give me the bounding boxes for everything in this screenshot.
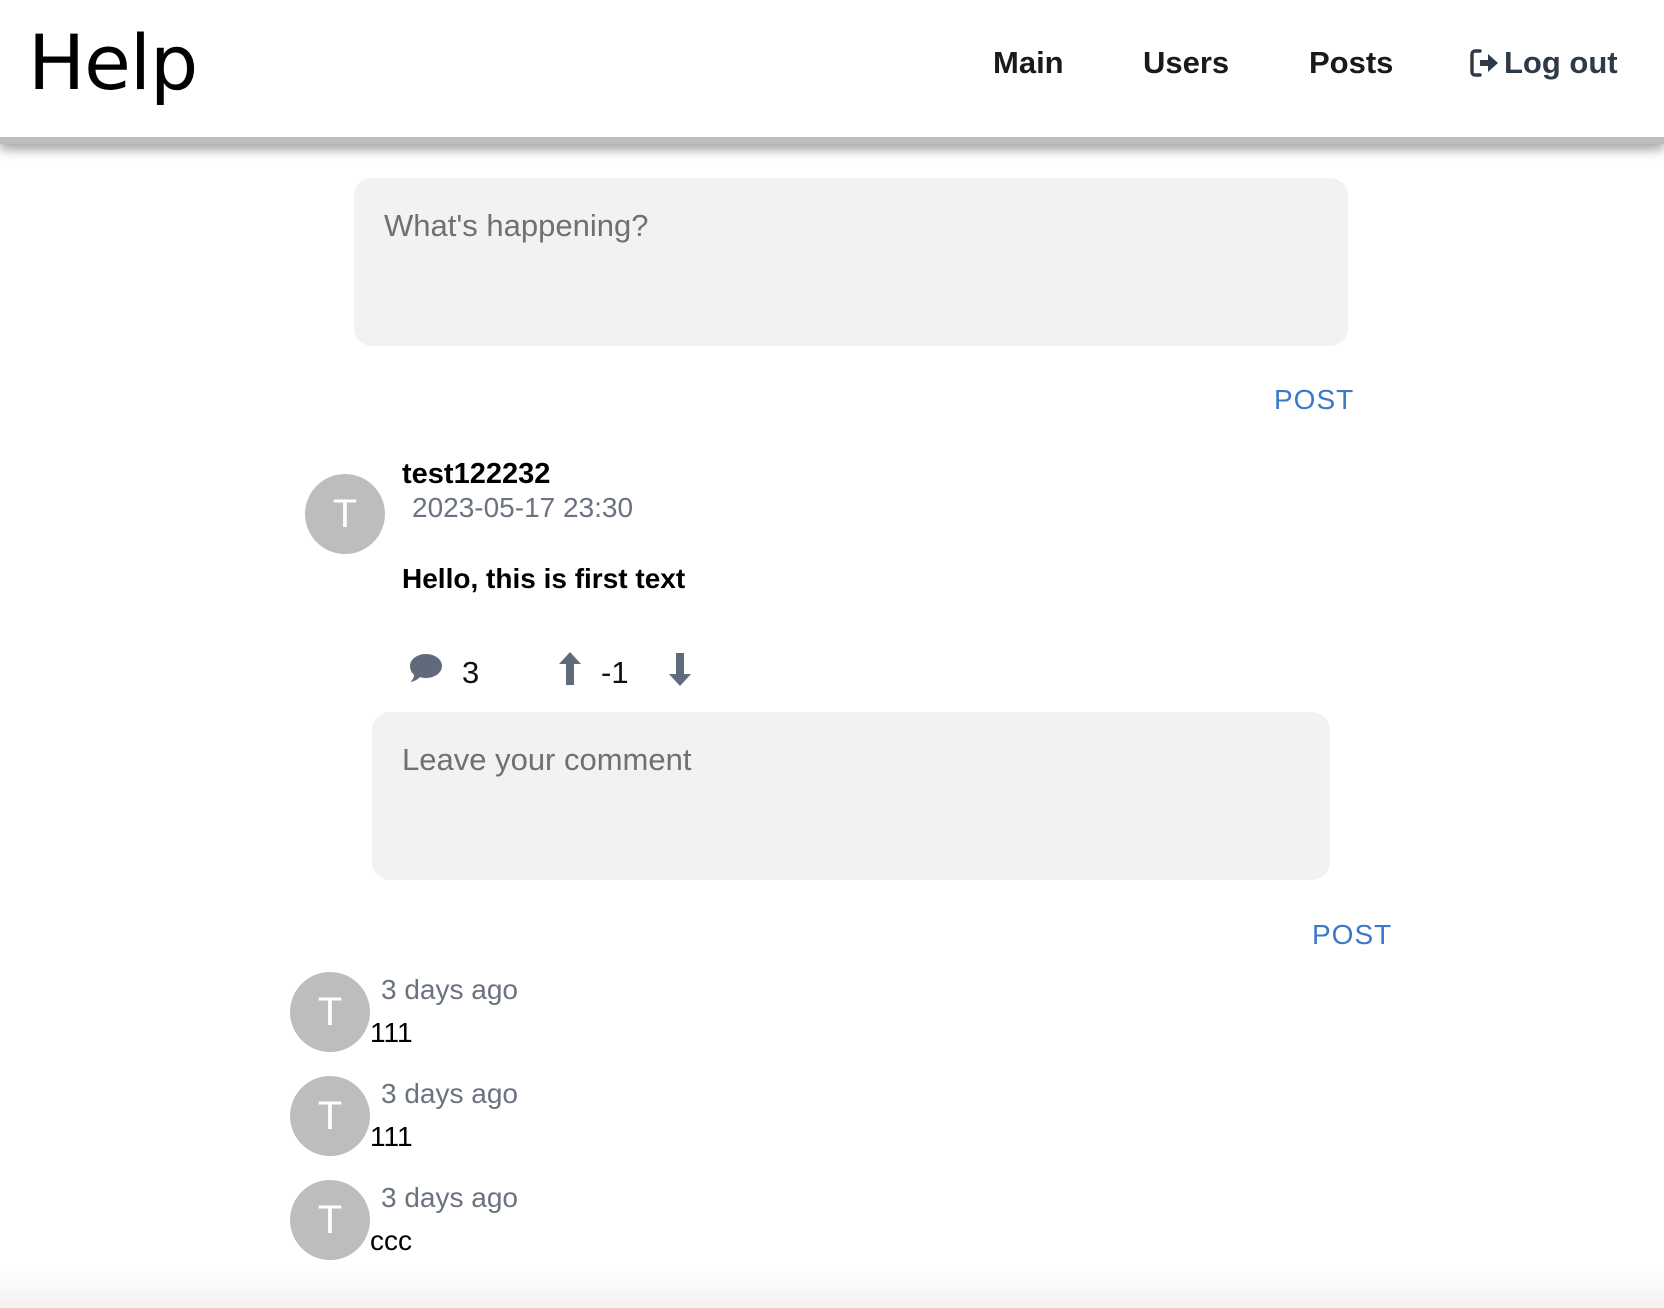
new-post-input[interactable]	[354, 178, 1348, 346]
post-timestamp: 2023-05-17 23:30	[412, 492, 634, 523]
publish-post-button[interactable]: POST	[1274, 384, 1354, 416]
post-text: Hello, this is first text	[402, 563, 686, 594]
comment-time: 3 days ago	[381, 1078, 518, 1109]
brand-logo[interactable]: Help	[28, 18, 198, 108]
app-header: Help Main Users Posts Log out	[0, 0, 1664, 144]
logout-label: Log out	[1504, 45, 1618, 80]
comment-time: 3 days ago	[381, 1182, 518, 1213]
avatar[interactable]: T	[305, 474, 385, 554]
arrow-up-icon[interactable]	[556, 651, 584, 687]
comment-text: ccc	[370, 1225, 412, 1256]
comment-input[interactable]	[372, 712, 1330, 880]
publish-comment-button[interactable]: POST	[1312, 919, 1392, 951]
avatar[interactable]: T	[290, 1076, 370, 1156]
comment-time: 3 days ago	[381, 974, 518, 1005]
logout-button[interactable]: Log out	[1468, 40, 1618, 86]
comment-icon[interactable]	[408, 652, 444, 684]
nav-main[interactable]: Main	[993, 40, 1064, 86]
avatar[interactable]: T	[290, 972, 370, 1052]
comment-text: 111	[370, 1121, 413, 1152]
avatar[interactable]: T	[290, 1180, 370, 1260]
page-bottom-edge	[0, 1266, 1664, 1308]
arrow-down-icon[interactable]	[666, 651, 694, 687]
comment-text: 111	[370, 1017, 413, 1048]
nav-posts[interactable]: Posts	[1309, 40, 1393, 86]
vote-score: -1	[601, 655, 629, 690]
post-author[interactable]: test122232	[402, 458, 550, 491]
comment-count: 3	[462, 655, 480, 690]
nav-users[interactable]: Users	[1143, 40, 1229, 86]
logout-icon	[1470, 49, 1498, 77]
